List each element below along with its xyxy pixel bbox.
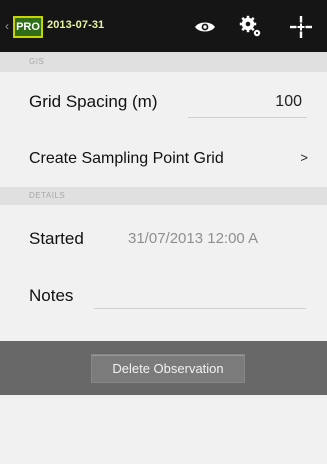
- back-chevron-icon[interactable]: ‹: [5, 19, 9, 33]
- empty-bottom-area: [0, 395, 327, 464]
- started-label: Started: [29, 229, 84, 248]
- notes-label: Notes: [29, 286, 74, 305]
- gis-section-header: GIS: [0, 52, 327, 72]
- chevron-right-icon[interactable]: >: [300, 150, 308, 165]
- top-app-bar: ‹ PRO 2013-07-31: [0, 0, 327, 52]
- details-section-header: DETAILS: [0, 187, 327, 205]
- delete-observation-button[interactable]: Delete Observation: [91, 354, 245, 383]
- settings-icon[interactable]: [237, 13, 265, 41]
- crosshair-icon[interactable]: [287, 13, 315, 41]
- notes-input[interactable]: [94, 284, 304, 308]
- page-title: 2013-07-31: [47, 19, 105, 31]
- notes-underline: [94, 308, 306, 309]
- eye-icon[interactable]: [191, 13, 219, 41]
- grid-spacing-underline: [188, 117, 307, 118]
- grid-spacing-label: Grid Spacing (m): [29, 92, 158, 111]
- create-sampling-grid-item[interactable]: Create Sampling Point Grid: [29, 147, 224, 171]
- pro-badge[interactable]: PRO: [13, 16, 43, 38]
- grid-spacing-input[interactable]: 100: [275, 90, 302, 114]
- started-value[interactable]: 31/07/2013 12:00 A: [128, 227, 258, 251]
